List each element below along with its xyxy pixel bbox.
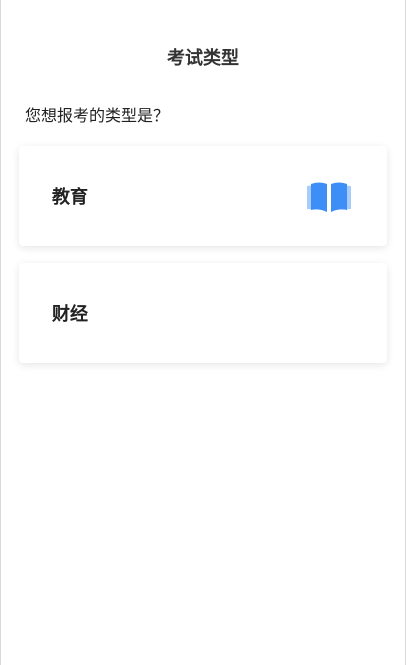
app-screen: 考试类型 您想报考的类型是？ 教育 财经 bbox=[0, 0, 406, 665]
page-title: 考试类型 bbox=[167, 48, 239, 69]
open-book-icon bbox=[307, 182, 351, 212]
option-label-finance: 财经 bbox=[52, 304, 88, 325]
option-label-education: 教育 bbox=[52, 187, 88, 208]
option-card-finance[interactable]: 财经 bbox=[19, 263, 387, 363]
question-prompt: 您想报考的类型是？ bbox=[25, 106, 170, 125]
option-card-education[interactable]: 教育 bbox=[19, 146, 387, 246]
